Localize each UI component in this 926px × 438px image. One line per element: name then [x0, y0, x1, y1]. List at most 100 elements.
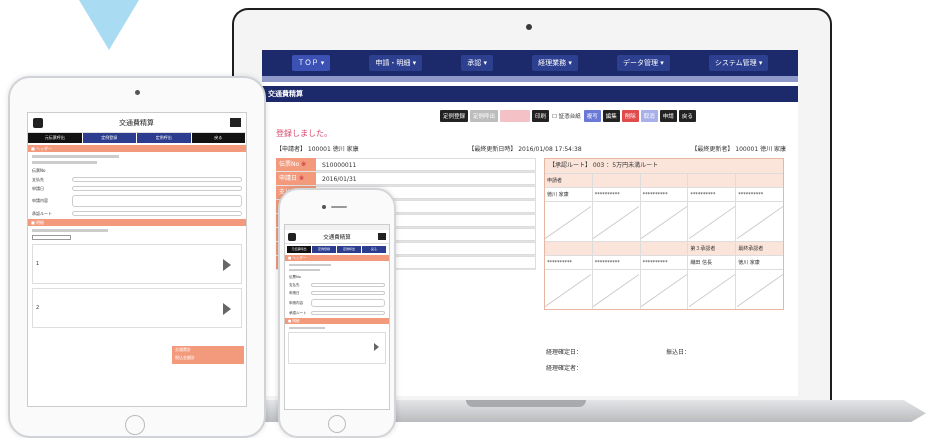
- approver-cell: **********: [641, 188, 689, 201]
- field-label: 申請日 ※: [276, 172, 316, 185]
- delete-button[interactable]: 削除: [621, 110, 639, 122]
- accounting-confirmer: 経理確定者：: [546, 365, 583, 372]
- detail-section-bar: ■ 明細: [285, 318, 389, 324]
- voucher-no-field: S10000011: [316, 158, 536, 171]
- field-row: 承認ルート: [289, 310, 385, 316]
- form-row: 申請日 ※ 2016/01/31: [276, 172, 536, 186]
- page-title: 交通費精算: [119, 118, 154, 127]
- nav-top[interactable]: ＴＯＰ ▾: [291, 55, 331, 71]
- approval-route-header: 【承認ルート】 003 ：5万円未満ルート: [545, 159, 783, 173]
- nav-application[interactable]: 申請・明細 ▾: [369, 55, 423, 71]
- total-label: 交通費計: [175, 347, 191, 352]
- back-button[interactable]: 戻る: [678, 110, 696, 122]
- template-save-button[interactable]: 定例登録: [440, 110, 469, 122]
- field-row: 申請日: [289, 290, 385, 296]
- detail-card[interactable]: 1: [32, 244, 242, 284]
- voucher-checkbox[interactable]: ☐ 証憑台紙: [551, 110, 582, 122]
- nav-approval[interactable]: 承認 ▾: [461, 55, 494, 71]
- tab-template-load[interactable]: 定例呼出: [337, 246, 361, 253]
- tab-template-save[interactable]: 定例登録: [312, 246, 336, 253]
- add-detail-button[interactable]: [32, 235, 72, 240]
- camera-icon: [322, 205, 326, 209]
- tab-original-voucher[interactable]: 元伝票呼出: [287, 246, 311, 253]
- chevron-right-icon: [374, 343, 379, 351]
- template-load-button[interactable]: 定例呼出: [470, 110, 499, 122]
- laptop-notch: [466, 400, 586, 407]
- payee-input[interactable]: [72, 177, 242, 182]
- apply-button[interactable]: 申請: [659, 110, 677, 122]
- device-mockup-stage: ＴＯＰ ▾ 申請・明細 ▾ 承認 ▾ 経理業務 ▾ データ管理 ▾ システム管理…: [0, 0, 926, 438]
- form-row: 伝票No ※ S10000011: [276, 158, 536, 172]
- home-icon[interactable]: [33, 117, 43, 128]
- menu-icon[interactable]: [377, 233, 386, 240]
- transfer-date: 振込日：: [666, 349, 691, 356]
- detail-card[interactable]: 2: [32, 288, 242, 328]
- apply-date-field: 2016/01/31: [316, 172, 536, 185]
- tablet-header: 交通費精算: [28, 113, 246, 133]
- route-select[interactable]: [72, 211, 242, 216]
- field-label: 伝票No ※: [276, 158, 316, 171]
- home-button[interactable]: [328, 415, 346, 433]
- tab-back[interactable]: 戻る: [362, 246, 386, 253]
- phone-header: 交通費精算: [285, 230, 389, 244]
- content-input[interactable]: [72, 195, 242, 207]
- field-row: 承認ルート: [32, 210, 242, 217]
- tab-template-save[interactable]: 定例登録: [82, 133, 136, 143]
- phone-screen: 交通費精算 元伝票呼出 定例登録 定例呼出 戻る ■ ヘッダー 伝票No 支払先…: [284, 224, 390, 410]
- third-approver-header: 第３承認者: [688, 242, 737, 255]
- approver-row-2: ********** ********** ********** 織田 信長 徳…: [545, 255, 783, 269]
- nav-system[interactable]: システム管理 ▾: [708, 55, 769, 71]
- nav-accounting[interactable]: 経理業務 ▾: [532, 55, 578, 71]
- text-line: [289, 269, 321, 271]
- toolbar: 定例登録 定例呼出 印刷 ☐ 証憑台紙 複写 編集 削除 取消 申請 戻る: [440, 110, 696, 122]
- tab-back[interactable]: 戻る: [191, 133, 245, 143]
- route-select[interactable]: [311, 311, 385, 315]
- phone-tabs: 元伝票呼出 定例登録 定例呼出 戻る: [287, 246, 387, 253]
- header-section-bar: ■ ヘッダー: [285, 255, 389, 261]
- content-input[interactable]: [311, 299, 385, 307]
- menu-icon[interactable]: [230, 118, 241, 127]
- page-title: 交通費精算: [262, 86, 798, 102]
- stamp-row-2: [545, 269, 783, 309]
- approver-cell: 織田 信長: [688, 256, 737, 269]
- detail-card[interactable]: [288, 332, 386, 364]
- date-input[interactable]: [311, 291, 385, 295]
- detail-section-bar: ■ 明細: [28, 219, 246, 226]
- home-button[interactable]: [125, 415, 145, 435]
- payee-input[interactable]: [311, 283, 385, 287]
- approval-head-row-2: 第３承認者 最終承認者: [545, 241, 783, 255]
- approval-route-table: 【承認ルート】 003 ：5万円未満ルート 申請者 徳川 家康 ********…: [544, 158, 784, 310]
- approver-cell: **********: [593, 256, 641, 269]
- totals-box: 交通費計 税込金額計: [172, 346, 244, 364]
- tab-original-voucher[interactable]: 元伝票呼出: [28, 133, 82, 143]
- home-icon[interactable]: [288, 232, 296, 241]
- copy-button[interactable]: 複写: [583, 110, 601, 122]
- approver-cell: **********: [738, 192, 764, 198]
- field-row: 申請内容: [289, 298, 385, 308]
- updated-by: 【最終更新者】 100001 徳川 家康: [691, 146, 786, 153]
- field-row: 支払先: [289, 282, 385, 288]
- text-line: [32, 229, 109, 232]
- text-line: [289, 327, 326, 329]
- blank-button[interactable]: [500, 110, 531, 122]
- tab-template-load[interactable]: 定例呼出: [137, 133, 191, 143]
- text-line: [32, 161, 98, 164]
- date-input[interactable]: [72, 186, 242, 191]
- header-section-bar: ■ ヘッダー: [28, 145, 246, 152]
- edit-button[interactable]: 編集: [602, 110, 620, 122]
- field-row: 申請内容: [32, 194, 242, 208]
- approver-cell: **********: [688, 188, 737, 201]
- approver-cell: 徳川 家康: [738, 260, 760, 266]
- accounting-date: 経理確定日：: [546, 349, 583, 356]
- approver-cell: 徳川 家康: [545, 188, 593, 201]
- approver-cell: **********: [641, 256, 689, 269]
- nav-data[interactable]: データ管理 ▾: [616, 55, 670, 71]
- tablet-tabs: 元伝票呼出 定例登録 定例呼出 戻る: [28, 133, 246, 143]
- applicant-column-header: 申請者: [545, 174, 593, 187]
- print-button[interactable]: 印刷: [532, 110, 550, 122]
- tablet-screen: 交通費精算 元伝票呼出 定例登録 定例呼出 戻る ■ ヘッダー 伝票No 支払先…: [27, 112, 247, 407]
- cancel-button[interactable]: 取消: [640, 110, 658, 122]
- text-line: [32, 155, 120, 158]
- field-row: 支払先: [32, 176, 242, 183]
- camera-icon: [135, 90, 140, 95]
